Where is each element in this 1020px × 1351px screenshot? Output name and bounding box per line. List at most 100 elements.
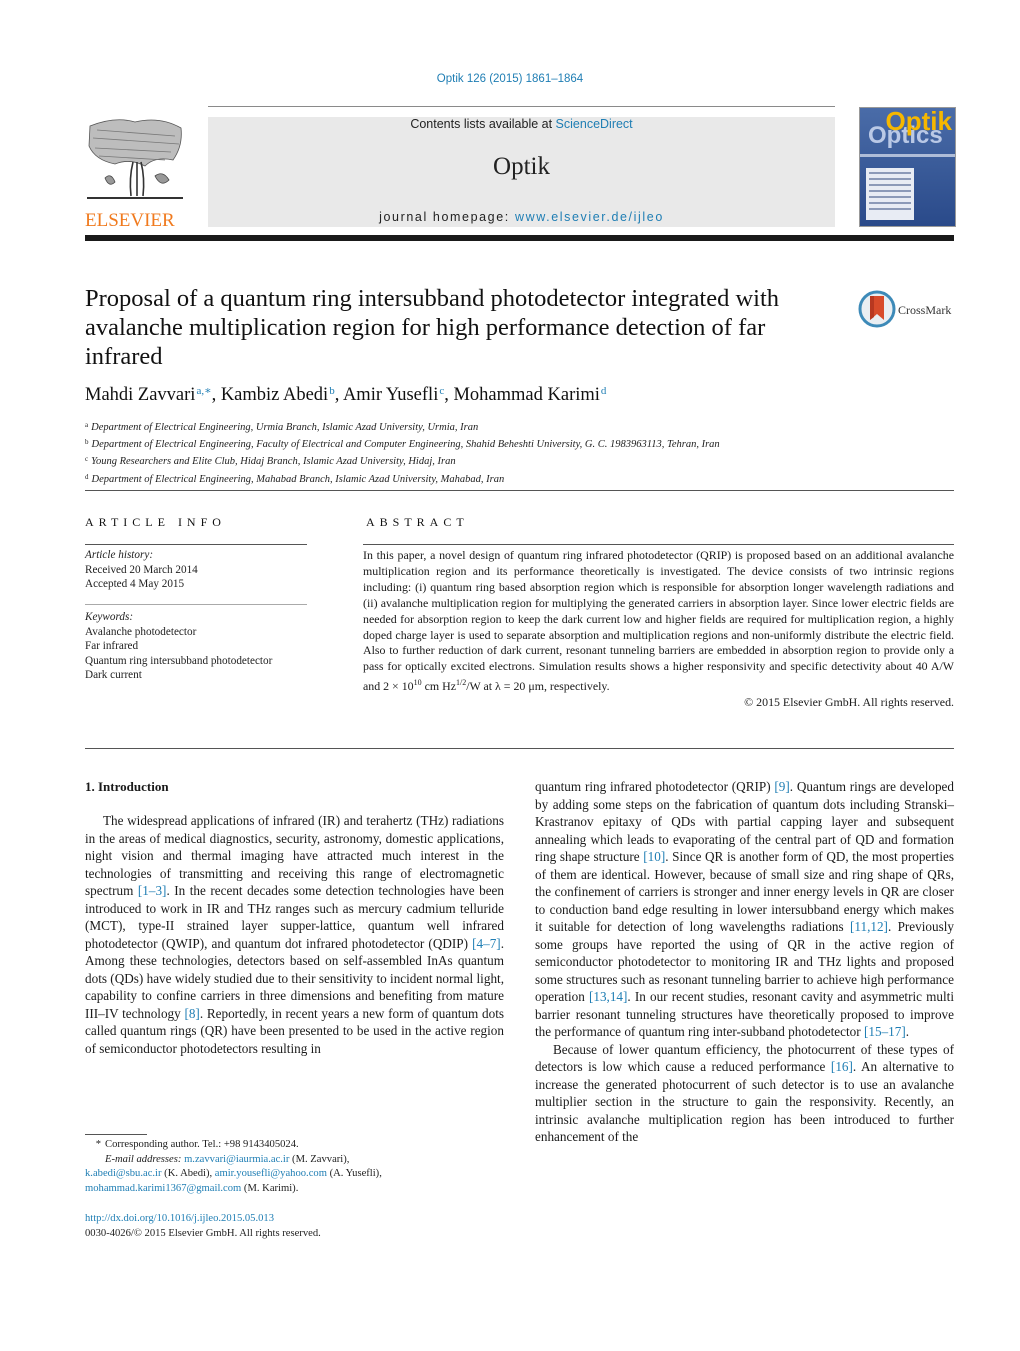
article-title: Proposal of a quantum ring intersubband … bbox=[85, 285, 780, 370]
email-owner: (M. Karimi). bbox=[241, 1182, 299, 1194]
affiliation: a Department of Electrical Engineering, U… bbox=[85, 418, 720, 435]
sciencedirect-link[interactable]: ScienceDirect bbox=[556, 117, 633, 131]
corresponding-author-footnote: * Corresponding author. Tel.: +98 9143405… bbox=[85, 1138, 505, 1196]
cover-title-optik: Optik bbox=[885, 107, 952, 136]
corresponding-text: Corresponding author. Tel.: +98 91434050… bbox=[105, 1139, 299, 1150]
abstract-exponent: 1/2 bbox=[455, 678, 467, 688]
affiliation-list: a Department of Electrical Engineering, U… bbox=[85, 418, 720, 487]
elsevier-wordmark: ELSEVIER bbox=[85, 210, 175, 231]
journal-cover-thumbnail[interactable]: Optics Optik bbox=[859, 107, 956, 227]
author-separator: , bbox=[334, 385, 343, 405]
article-info-heading: ARTICLE INFO bbox=[85, 515, 226, 529]
body-paragraph: Because of lower quantum efficiency, the… bbox=[535, 1041, 954, 1146]
keywords-label: Keywords: bbox=[85, 611, 134, 623]
keywords: Keywords: Avalanche photodetector Far in… bbox=[85, 610, 272, 683]
citation-link[interactable]: [13,14] bbox=[589, 989, 627, 1004]
doi-block: http://dx.doi.org/10.1016/j.ijleo.2015.0… bbox=[85, 1212, 321, 1241]
affiliation: c Young Researchers and Elite Club, Hidaj… bbox=[85, 452, 720, 469]
abstract-text: cm Hz bbox=[421, 679, 456, 694]
citation-link[interactable]: [8] bbox=[184, 1006, 199, 1021]
affiliation-text: Department of Electrical Engineering, Fa… bbox=[91, 439, 720, 451]
body-text: quantum ring infrared photodetector (QRI… bbox=[535, 779, 775, 794]
keyword: Dark current bbox=[85, 669, 142, 681]
email-block: E-mail addresses: m.zavvari@iaurmia.ac.i… bbox=[85, 1153, 505, 1197]
keywords-divider bbox=[85, 604, 307, 605]
abstract-copyright: © 2015 Elsevier GmbH. All rights reserve… bbox=[744, 695, 954, 710]
journal-citation-link[interactable]: Optik 126 (2015) 1861–1864 bbox=[437, 73, 583, 85]
email-owner: (A. Yusefli), bbox=[326, 1168, 382, 1180]
author-name[interactable]: Mahdi Zavvari bbox=[85, 385, 195, 405]
abstract-exponent: 10 bbox=[413, 678, 422, 688]
homepage-prefix: journal homepage: bbox=[379, 210, 515, 224]
email-link[interactable]: k.abedi@sbu.ac.ir bbox=[85, 1168, 162, 1179]
citation-link[interactable]: [15–17] bbox=[864, 1024, 906, 1039]
journal-homepage: journal homepage: www.elsevier.de/ijleo bbox=[208, 210, 835, 224]
citation-link[interactable]: [9] bbox=[774, 779, 789, 794]
abstract-heading: ABSTRACT bbox=[366, 515, 469, 529]
crossmark-badge[interactable]: CrossMark bbox=[858, 290, 958, 330]
abstract-text: In this paper, a novel design of quantum… bbox=[363, 548, 954, 694]
author-name[interactable]: Mohammad Karimi bbox=[453, 385, 599, 405]
corresponding-line: * Corresponding author. Tel.: +98 9143405… bbox=[85, 1138, 505, 1153]
body-text: . bbox=[905, 1024, 910, 1039]
accepted-date: Accepted 4 May 2015 bbox=[85, 578, 185, 590]
header-thick-divider bbox=[85, 235, 954, 241]
cover-band bbox=[860, 154, 955, 157]
crossmark-label: CrossMark bbox=[898, 303, 952, 317]
journal-citation[interactable]: Optik 126 (2015) 1861–1864 bbox=[0, 73, 1020, 85]
header-divider bbox=[208, 106, 835, 107]
article-info-divider bbox=[85, 544, 307, 545]
abstract-divider bbox=[363, 544, 954, 545]
citation-link[interactable]: [11,12] bbox=[850, 919, 888, 934]
author[interactable]: Kambiz Abedib, bbox=[221, 385, 343, 405]
author[interactable]: Amir Yuseflic, bbox=[343, 385, 454, 405]
frontmatter-divider bbox=[85, 748, 954, 749]
author-name[interactable]: Kambiz Abedi bbox=[221, 385, 328, 405]
affiliation-text: Department of Electrical Engineering, Ur… bbox=[91, 422, 479, 433]
citation-link[interactable]: [16] bbox=[831, 1059, 853, 1074]
body-paragraph: The widespread applications of infrared … bbox=[85, 812, 504, 1057]
keyword: Far infrared bbox=[85, 640, 139, 652]
contents-line: Contents lists available at ScienceDirec… bbox=[208, 117, 835, 131]
affiliation: b Department of Electrical Engineering, F… bbox=[85, 435, 720, 452]
citation-link[interactable]: [10] bbox=[643, 849, 665, 864]
elsevier-tree-icon bbox=[87, 119, 183, 199]
body-column-right: quantum ring infrared photodetector (QRI… bbox=[535, 778, 954, 1146]
keyword: Avalanche photodetector bbox=[85, 625, 197, 638]
email-link[interactable]: amir.yousefli@yahoo.com bbox=[215, 1168, 327, 1179]
email-link[interactable]: m.zavvari@iaurmia.ac.ir bbox=[184, 1154, 289, 1165]
author[interactable]: Mahdi Zavvaria,∗, bbox=[85, 385, 221, 405]
body-column-left: The widespread applications of infrared … bbox=[85, 812, 504, 1057]
affiliation-key: c bbox=[85, 455, 89, 464]
doi-link[interactable]: http://dx.doi.org/10.1016/j.ijleo.2015.0… bbox=[85, 1213, 274, 1224]
author-separator: , bbox=[211, 385, 221, 405]
affiliation: d Department of Electrical Engineering, M… bbox=[85, 470, 720, 487]
abstract-paragraph: In this paper, a novel design of quantum… bbox=[363, 548, 954, 695]
affiliation-divider bbox=[85, 490, 954, 491]
received-date: Received 20 March 2014 bbox=[85, 563, 198, 576]
footnote-marker: * bbox=[95, 1139, 101, 1150]
author-name[interactable]: Amir Yusefli bbox=[343, 385, 438, 405]
journal-masthead: Contents lists available at ScienceDirec… bbox=[208, 117, 835, 227]
citation-link[interactable]: [4–7] bbox=[472, 936, 501, 951]
affiliation-key: b bbox=[85, 438, 89, 447]
homepage-link[interactable]: www.elsevier.de/ijleo bbox=[515, 210, 664, 224]
citation-link[interactable]: [1–3] bbox=[138, 883, 167, 898]
elsevier-logo[interactable]: ELSEVIER bbox=[85, 116, 187, 231]
body-paragraph: quantum ring infrared photodetector (QRI… bbox=[535, 778, 954, 1041]
email-owner: (K. Abedi), bbox=[161, 1168, 215, 1180]
issn-copyright: 0030-4026/© 2015 Elsevier GmbH. All righ… bbox=[85, 1227, 321, 1239]
author-affiliation-marker[interactable]: a,∗ bbox=[196, 385, 211, 397]
author[interactable]: Mohammad Karimid bbox=[453, 385, 606, 405]
article-history: Article history: Received 20 March 2014 … bbox=[85, 548, 198, 592]
crossmark-icon bbox=[858, 290, 896, 328]
contents-prefix: Contents lists available at bbox=[410, 117, 556, 131]
cover-toc bbox=[866, 168, 914, 220]
section-heading-introduction: 1. Introduction bbox=[85, 779, 169, 794]
email-link[interactable]: mohammad.karimi1367@gmail.com bbox=[85, 1183, 241, 1194]
journal-name: Optik bbox=[493, 153, 550, 180]
author-affiliation-marker[interactable]: d bbox=[601, 385, 607, 397]
email-owner: (M. Zavvari), bbox=[289, 1153, 350, 1165]
email-label: E-mail addresses: bbox=[105, 1153, 182, 1165]
footnote-divider bbox=[85, 1134, 147, 1135]
